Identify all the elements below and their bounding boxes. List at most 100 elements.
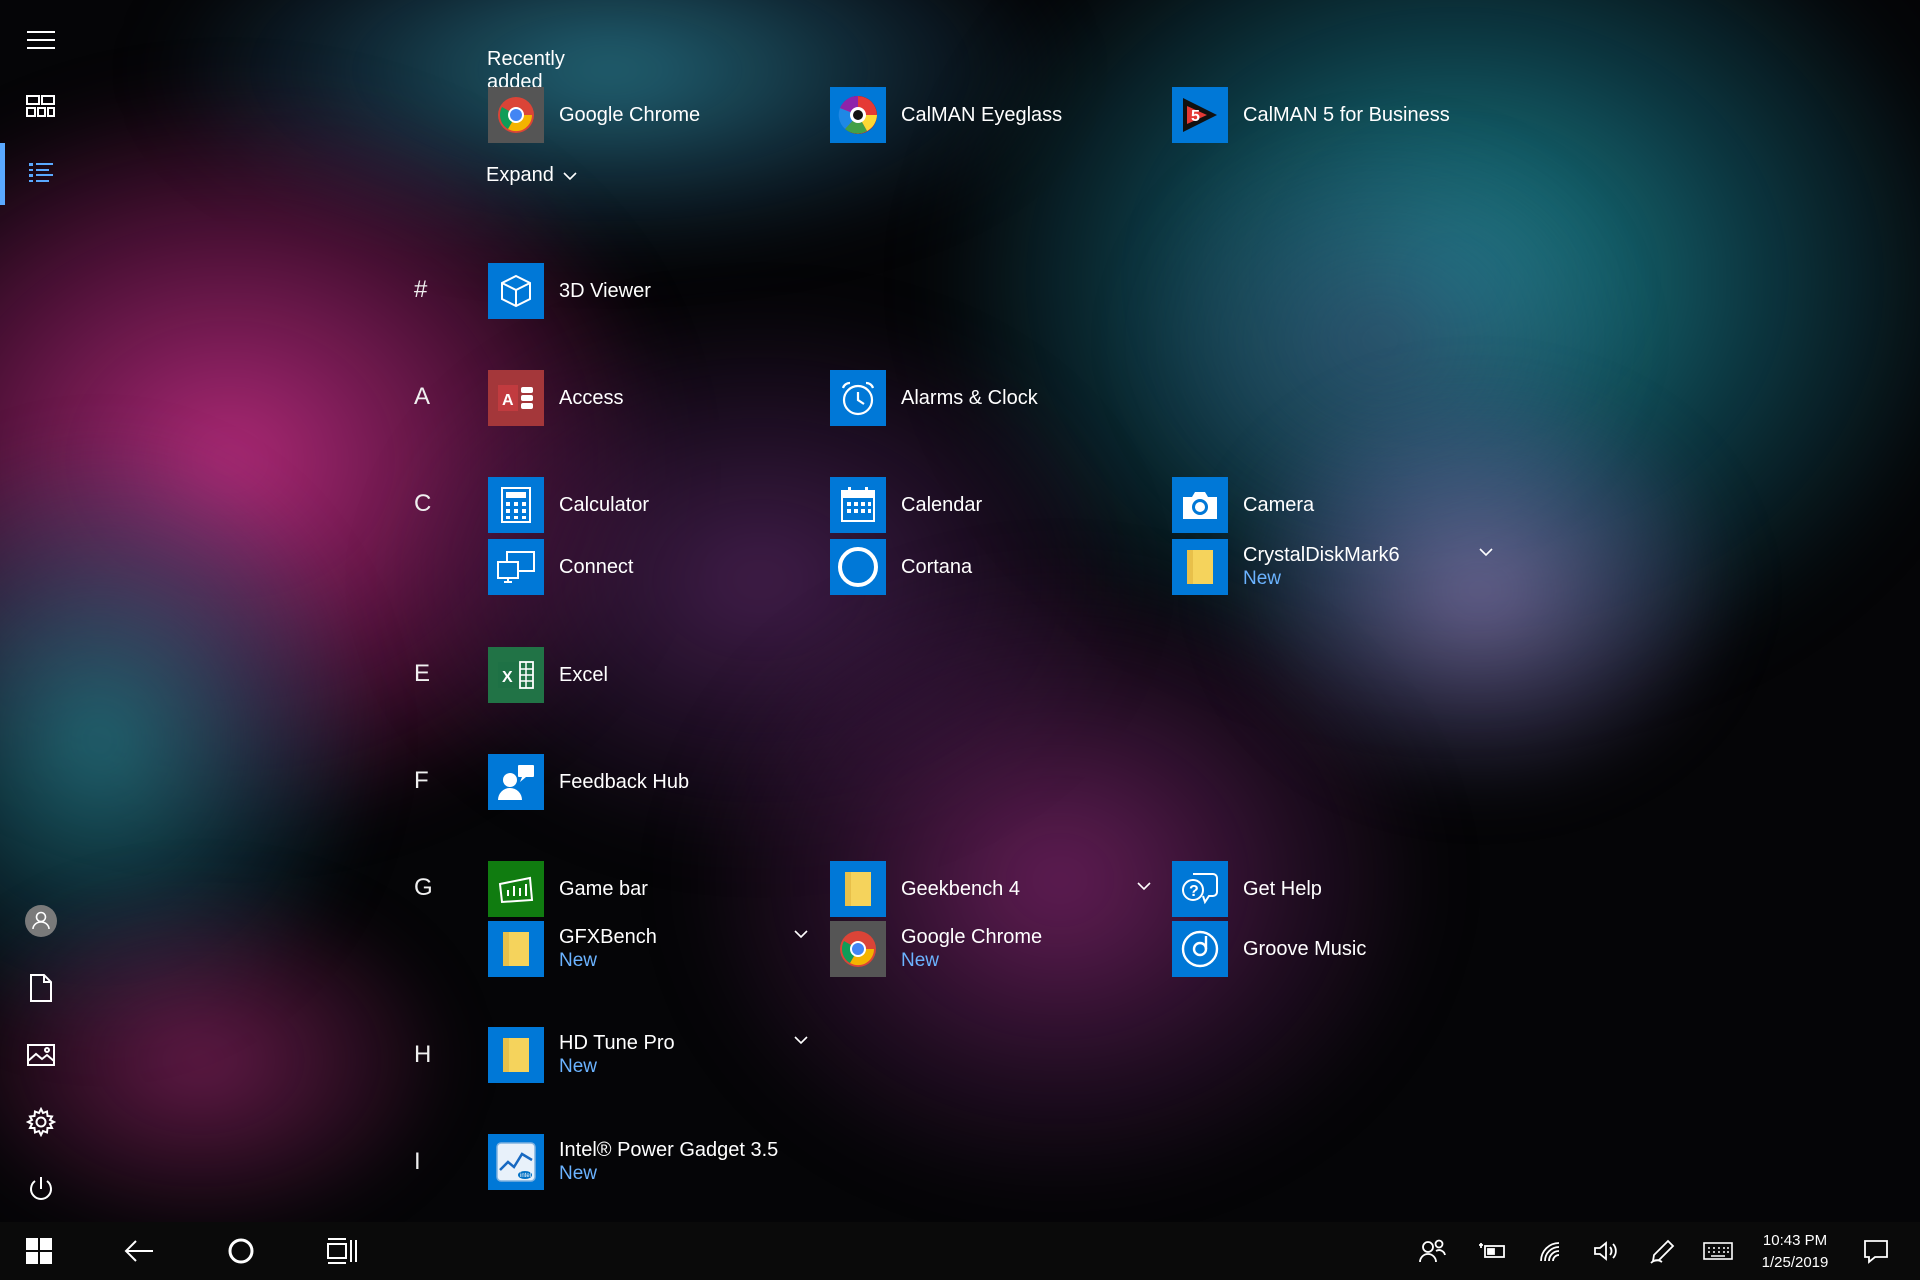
alarm-clock-icon <box>830 370 886 426</box>
volume-icon[interactable] <box>1582 1222 1630 1280</box>
app-calendar[interactable]: Calendar <box>830 476 1150 534</box>
camera-icon <box>1172 477 1228 533</box>
group-header-c[interactable]: C <box>414 490 454 518</box>
group-header-e[interactable]: E <box>414 660 454 688</box>
pen-icon[interactable] <box>1638 1222 1686 1280</box>
app-label: CrystalDiskMark6 <box>1243 544 1400 566</box>
group-header-i[interactable]: I <box>414 1148 454 1176</box>
svg-text:intel: intel <box>520 1173 531 1179</box>
cube-icon <box>488 263 544 319</box>
tiles-icon[interactable] <box>0 76 82 136</box>
access-icon: A <box>488 370 544 426</box>
app-game-bar[interactable]: Game bar <box>488 860 808 918</box>
new-badge: New <box>901 950 940 971</box>
app-google-chrome-recent[interactable]: Google Chrome <box>488 86 808 144</box>
group-header-a[interactable]: A <box>414 383 454 411</box>
chevron-down-icon[interactable] <box>787 920 815 948</box>
app-label: HD Tune Pro <box>559 1032 675 1054</box>
svg-text:5: 5 <box>1191 108 1200 125</box>
folder-icon <box>1172 539 1228 595</box>
power-icon[interactable] <box>0 1159 82 1219</box>
taskbar: 10:43 PM 1/25/2019 <box>0 1222 1920 1280</box>
menu-icon[interactable] <box>0 10 82 70</box>
app-label: CalMAN Eyeglass <box>901 104 1063 126</box>
game-bar-icon <box>488 861 544 917</box>
folder-icon <box>488 1027 544 1083</box>
settings-icon[interactable] <box>0 1092 82 1152</box>
app-label: Connect <box>559 556 634 578</box>
app-groove-music[interactable]: Groove Music <box>1172 920 1492 978</box>
feedback-icon <box>488 754 544 810</box>
user-icon[interactable] <box>0 891 82 951</box>
app-google-chrome[interactable]: Google Chrome New <box>830 920 1150 978</box>
app-hd-tune-pro[interactable]: HD Tune Pro New <box>488 1026 808 1084</box>
new-badge: New <box>559 1056 598 1077</box>
svg-text:?: ? <box>1189 883 1199 900</box>
wifi-icon[interactable] <box>1527 1222 1575 1280</box>
chevron-down-icon[interactable] <box>1130 872 1158 900</box>
app-label: CalMAN 5 for Business <box>1243 104 1450 126</box>
app-label: Intel® Power Gadget 3.5 <box>559 1139 779 1161</box>
system-clock[interactable]: 10:43 PM 1/25/2019 <box>1745 1230 1845 1274</box>
app-geekbench-4[interactable]: Geekbench 4 <box>830 860 1150 918</box>
chrome-icon <box>830 921 886 977</box>
desktop-wallpaper <box>0 0 1920 1280</box>
group-header-hash[interactable]: # <box>414 276 454 304</box>
app-calculator[interactable]: Calculator <box>488 476 808 534</box>
groove-icon <box>1172 921 1228 977</box>
app-get-help[interactable]: ? Get Help <box>1172 860 1492 918</box>
app-feedback-hub[interactable]: Feedback Hub <box>488 753 808 811</box>
app-connect[interactable]: Connect <box>488 538 808 596</box>
calman5-icon: 5 <box>1172 87 1228 143</box>
task-view-icon[interactable] <box>313 1222 371 1280</box>
group-header-g[interactable]: G <box>414 874 454 902</box>
calendar-icon <box>830 477 886 533</box>
chevron-down-icon[interactable] <box>1472 538 1500 566</box>
keyboard-icon[interactable] <box>1694 1222 1742 1280</box>
app-label: Excel <box>559 664 608 686</box>
cortana-icon <box>830 539 886 595</box>
app-gfxbench[interactable]: GFXBench New <box>488 920 808 978</box>
app-label: Feedback Hub <box>559 771 690 793</box>
app-3d-viewer[interactable]: 3D Viewer <box>488 262 808 320</box>
battery-icon[interactable] <box>1469 1222 1517 1280</box>
action-center-icon[interactable] <box>1852 1222 1900 1280</box>
expand-label: Expand <box>486 164 554 186</box>
app-label: Google Chrome <box>901 926 1043 948</box>
app-label: Cortana <box>901 556 973 578</box>
calman-eyeglass-icon <box>830 87 886 143</box>
pictures-icon[interactable] <box>0 1025 82 1085</box>
app-excel[interactable]: X Excel <box>488 646 808 704</box>
app-label: 3D Viewer <box>559 280 651 302</box>
app-camera[interactable]: Camera <box>1172 476 1492 534</box>
app-label: Alarms & Clock <box>901 387 1038 409</box>
new-badge: New <box>559 950 598 971</box>
svg-text:X: X <box>502 669 513 686</box>
app-alarms-clock[interactable]: Alarms & Clock <box>830 369 1150 427</box>
new-badge: New <box>559 1163 598 1184</box>
expand-button[interactable]: Expand <box>486 164 578 187</box>
chevron-down-icon[interactable] <box>787 1026 815 1054</box>
documents-icon[interactable] <box>0 958 82 1018</box>
app-access[interactable]: A Access <box>488 369 808 427</box>
app-calman-eyeglass[interactable]: CalMAN Eyeglass <box>830 86 1150 144</box>
app-label: Camera <box>1243 494 1315 516</box>
app-label: Access <box>559 387 624 409</box>
cortana-search-icon[interactable] <box>212 1222 270 1280</box>
app-label: Geekbench 4 <box>901 878 1020 900</box>
all-apps-icon[interactable] <box>0 144 82 204</box>
app-intel-power-gadget[interactable]: intel Intel® Power Gadget 3.5 New <box>488 1133 808 1191</box>
app-calman-5[interactable]: 5 CalMAN 5 for Business <box>1172 86 1492 144</box>
group-header-f[interactable]: F <box>414 767 454 795</box>
app-crystaldiskmark6[interactable]: CrystalDiskMark6 New <box>1172 538 1492 596</box>
start-rail <box>0 0 82 1222</box>
folder-icon <box>488 921 544 977</box>
back-arrow-icon[interactable] <box>110 1222 168 1280</box>
chevron-down-icon <box>563 171 577 180</box>
group-header-h[interactable]: H <box>414 1041 454 1069</box>
app-cortana[interactable]: Cortana <box>830 538 1150 596</box>
get-help-icon: ? <box>1172 861 1228 917</box>
app-label: Groove Music <box>1243 938 1367 960</box>
windows-start-icon[interactable] <box>10 1222 68 1280</box>
people-icon[interactable] <box>1408 1222 1456 1280</box>
